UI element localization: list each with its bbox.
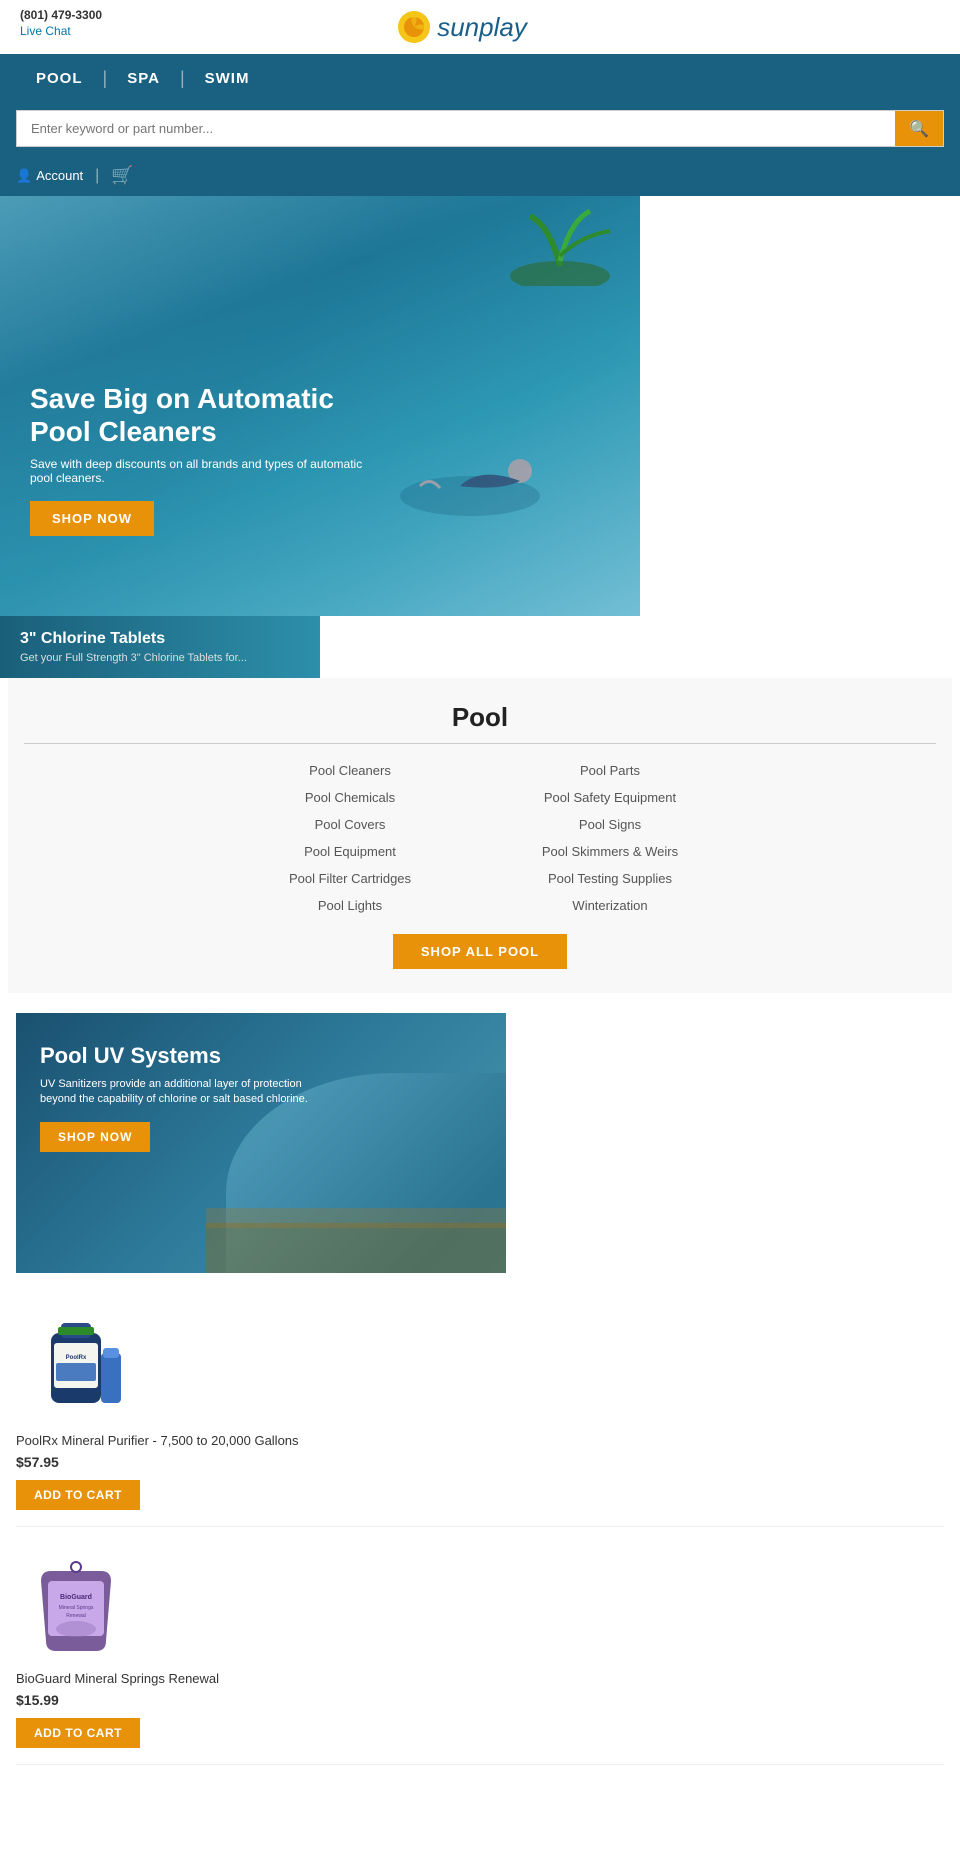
account-label: Account bbox=[36, 168, 83, 183]
chlorine-title: 3" Chlorine Tablets bbox=[20, 630, 300, 648]
account-cart-divider: | bbox=[95, 167, 99, 185]
bioguard-image-svg: BioGuard Mineral Springs Renewal bbox=[16, 1551, 136, 1661]
pool-link-chemicals[interactable]: Pool Chemicals bbox=[240, 787, 460, 808]
account-bar: 👤 Account | 🛒 bbox=[0, 159, 960, 196]
uv-content: Pool UV Systems UV Sanitizers provide an… bbox=[40, 1043, 320, 1152]
poolrx-image-svg: PoolRx bbox=[16, 1313, 136, 1423]
search-icon: 🔍 bbox=[909, 121, 929, 138]
pool-link-cleaners[interactable]: Pool Cleaners bbox=[240, 760, 460, 781]
poolrx-add-to-cart-button[interactable]: ADD TO CART bbox=[16, 1480, 140, 1510]
hero-content: Save Big on Automatic Pool Cleaners Save… bbox=[30, 382, 370, 536]
cart-icon: 🛒 bbox=[111, 165, 133, 186]
poolrx-name: PoolRx Mineral Purifier - 7,500 to 20,00… bbox=[16, 1433, 944, 1448]
pool-section-heading: Pool bbox=[24, 702, 936, 733]
pool-link-winterization[interactable]: Winterization bbox=[500, 895, 720, 916]
bioguard-name: BioGuard Mineral Springs Renewal bbox=[16, 1671, 944, 1686]
hero-subtitle: Save with deep discounts on all brands a… bbox=[30, 457, 370, 485]
swimmer-illustration bbox=[380, 436, 560, 536]
shop-all-pool-button[interactable]: SHOP ALL POOL bbox=[393, 934, 567, 969]
account-link[interactable]: 👤 Account bbox=[16, 168, 83, 184]
uv-subtitle: UV Sanitizers provide an additional laye… bbox=[40, 1077, 320, 1108]
product-card-poolrx: PoolRx PoolRx Mineral Purifier - 7,500 t… bbox=[16, 1313, 944, 1527]
search-form: 🔍 bbox=[16, 110, 944, 147]
pool-link-equipment[interactable]: Pool Equipment bbox=[240, 841, 460, 862]
pool-links-grid: Pool Cleaners Pool Parts Pool Chemicals … bbox=[240, 760, 720, 916]
svg-text:Renewal: Renewal bbox=[66, 1613, 85, 1619]
nav-pool[interactable]: POOL bbox=[16, 70, 103, 87]
nav-divider-1: | bbox=[103, 68, 108, 89]
svg-text:PoolRx: PoolRx bbox=[66, 1355, 87, 1361]
uv-title: Pool UV Systems bbox=[40, 1043, 320, 1069]
main-navigation: POOL | SPA | SWIM bbox=[0, 54, 960, 102]
brand-name: sunplay bbox=[437, 12, 527, 43]
hero-shop-now-button[interactable]: SHOP NOW bbox=[30, 501, 154, 536]
search-input[interactable] bbox=[17, 111, 895, 146]
live-chat-link[interactable]: Live Chat bbox=[20, 24, 71, 38]
pool-link-lights[interactable]: Pool Lights bbox=[240, 895, 460, 916]
search-button[interactable]: 🔍 bbox=[895, 111, 943, 146]
hero-banner: Save Big on Automatic Pool Cleaners Save… bbox=[0, 196, 640, 616]
bioguard-price: $15.99 bbox=[16, 1692, 944, 1708]
account-icon: 👤 bbox=[16, 168, 32, 184]
products-section: PoolRx PoolRx Mineral Purifier - 7,500 t… bbox=[0, 1293, 960, 1809]
nav-swim[interactable]: SWIM bbox=[185, 70, 270, 87]
plants-decoration bbox=[500, 206, 620, 286]
pool-link-filter-cartridges[interactable]: Pool Filter Cartridges bbox=[240, 868, 460, 889]
pool-link-testing[interactable]: Pool Testing Supplies bbox=[500, 868, 720, 889]
chlorine-banner: 3" Chlorine Tablets Get your Full Streng… bbox=[0, 616, 320, 678]
cart-link[interactable]: 🛒 bbox=[111, 165, 133, 186]
nav-spa[interactable]: SPA bbox=[107, 70, 180, 87]
svg-text:Mineral Springs: Mineral Springs bbox=[59, 1605, 94, 1611]
product-card-bioguard: BioGuard Mineral Springs Renewal BioGuar… bbox=[16, 1551, 944, 1765]
uv-shop-now-button[interactable]: SHOP NOW bbox=[40, 1122, 150, 1152]
pool-link-signs[interactable]: Pool Signs bbox=[500, 814, 720, 835]
pool-section: Pool Pool Cleaners Pool Parts Pool Chemi… bbox=[8, 678, 952, 993]
pool-section-divider bbox=[24, 743, 936, 744]
svg-text:BioGuard: BioGuard bbox=[60, 1594, 92, 1601]
bioguard-image: BioGuard Mineral Springs Renewal bbox=[16, 1551, 136, 1661]
logo[interactable]: sunplay bbox=[395, 8, 527, 46]
bioguard-add-to-cart-button[interactable]: ADD TO CART bbox=[16, 1718, 140, 1748]
pool-link-parts[interactable]: Pool Parts bbox=[500, 760, 720, 781]
hero-title: Save Big on Automatic Pool Cleaners bbox=[30, 382, 350, 449]
nav-divider-2: | bbox=[180, 68, 185, 89]
top-bar-contact: (801) 479-3300 Live Chat bbox=[20, 8, 102, 40]
phone-number: (801) 479-3300 bbox=[20, 8, 102, 22]
uv-banner: Pool UV Systems UV Sanitizers provide an… bbox=[16, 1013, 506, 1273]
sunplay-logo-icon bbox=[395, 8, 433, 46]
pool-link-safety[interactable]: Pool Safety Equipment bbox=[500, 787, 720, 808]
poolrx-price: $57.95 bbox=[16, 1454, 944, 1470]
pool-link-covers[interactable]: Pool Covers bbox=[240, 814, 460, 835]
pool-link-skimmers[interactable]: Pool Skimmers & Weirs bbox=[500, 841, 720, 862]
poolrx-image: PoolRx bbox=[16, 1313, 136, 1423]
chlorine-subtitle: Get your Full Strength 3" Chlorine Table… bbox=[20, 652, 300, 664]
search-bar: 🔍 bbox=[0, 102, 960, 159]
